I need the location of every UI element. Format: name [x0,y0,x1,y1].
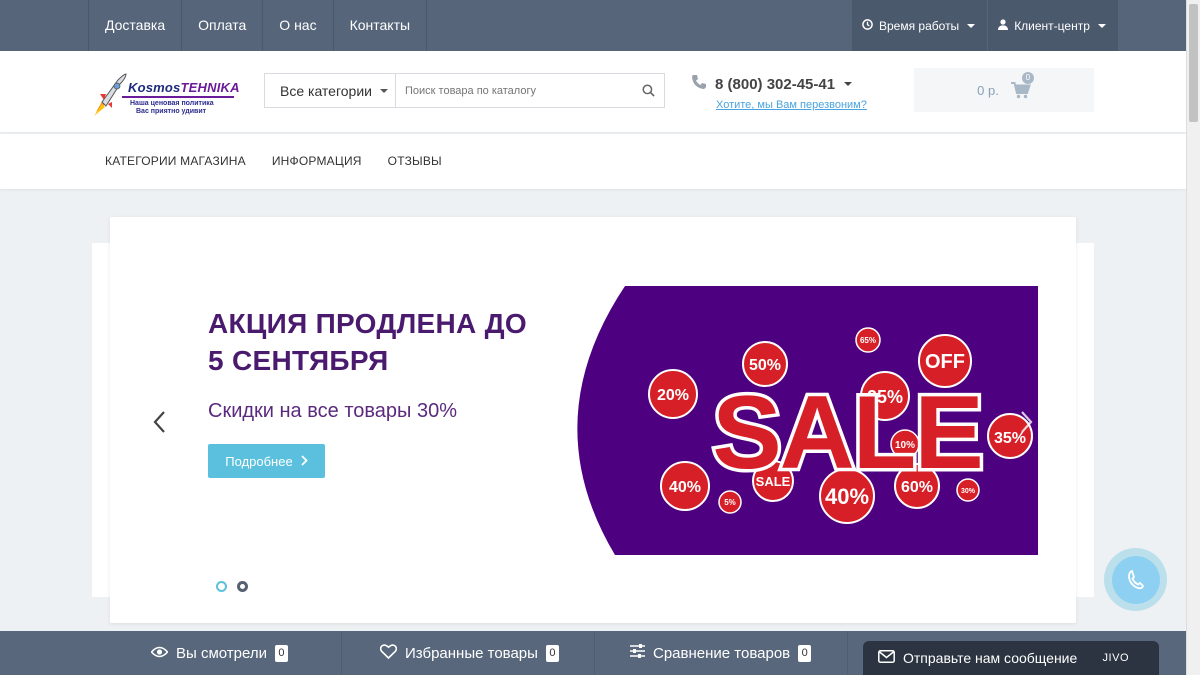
search-button[interactable] [632,74,664,107]
slide-subtitle: Скидки на все товары 30% [208,400,457,422]
user-icon [998,18,1009,33]
phone-block: 8 (800) 302-45-41 Хотите, мы Вам перезво… [691,74,867,111]
promo-slider: АКЦИЯ ПРОДЛЕНА ДО 5 СЕНТЯБРЯ Скидки на в… [110,217,1076,623]
chevron-right-icon [301,454,308,469]
viewed-products-button[interactable]: Вы смотрели 0 [150,631,288,675]
phone-icon [691,74,707,94]
favorites-button[interactable]: Избранные товары 0 [379,631,559,675]
top-bar: Доставка Оплата О нас Контакты Время раб… [0,0,1186,51]
sale-banner-image: 50% 65% OFF 25% 10% 35% 40% 60% 30% 5% S… [577,286,1038,555]
top-right-menu: Время работы Клиент-центр [851,0,1118,51]
search-icon [641,84,655,97]
slide-title: АКЦИЯ ПРОДЛЕНА ДО 5 СЕНТЯБРЯ [208,308,527,376]
scrollbar-thumb[interactable] [1189,4,1198,122]
mail-icon [878,650,895,666]
phone-dropdown[interactable]: 8 (800) 302-45-41 [691,74,867,94]
logo[interactable]: KosmosTEHNIKA Наша ценовая политика Вас … [90,72,240,118]
slider-pagination [216,581,258,592]
logo-slogan-2: Вас приятно удивит [136,108,207,115]
sticker-label: 20% [657,387,689,404]
chevron-right-icon [1021,411,1033,433]
chevron-down-icon [844,82,853,86]
sticker-label: 65% [860,336,876,345]
sticker-label: 40% [669,479,701,496]
compare-label: Сравнение товаров [653,644,791,662]
slider-dot-1[interactable] [216,581,227,592]
clock-icon [862,18,873,33]
bottom-bar-divider [594,631,595,675]
work-hours-dropdown[interactable]: Время работы [851,0,988,51]
work-hours-label: Время работы [879,18,960,33]
nav-reviews[interactable]: ОТЗЫВЫ [375,134,455,189]
cart-button[interactable]: 0 р. 0 [914,68,1094,112]
sticker-label: OFF [925,351,965,373]
logo-underline [122,96,234,98]
header: KosmosTEHNIKA Наша ценовая политика Вас … [0,51,1186,133]
cart-sum: 0 р. [977,82,999,98]
bottom-bar-divider [341,631,342,675]
sale-headline: SALE [712,375,981,491]
rocket-icon [94,73,127,116]
viewed-count: 0 [274,644,288,662]
chevron-down-icon [967,23,976,28]
nav-information[interactable]: ИНФОРМАЦИЯ [259,134,375,189]
viewed-products-label: Вы смотрели [176,644,267,662]
top-nav-payment[interactable]: Оплата [182,0,264,51]
slider-prev-button[interactable] [150,409,170,435]
sticker-label: 50% [749,357,781,374]
client-center-label: Клиент-центр [1014,18,1090,33]
callback-link[interactable]: Хотите, мы Вам перезвоним? [716,99,867,111]
slider-next-button[interactable] [1016,409,1036,435]
more-details-button[interactable]: Подробнее [208,444,325,478]
logo-brand: KosmosTEHNIKA [128,80,240,95]
cart-icon: 0 [1010,72,1034,99]
category-select-label: Все категории [280,82,372,99]
cart-count-badge: 0 [1021,72,1034,84]
chevron-down-icon [379,88,388,93]
chevron-down-icon [1097,23,1106,28]
jivo-brand: JIVO [1102,652,1129,664]
jivo-chat-widget[interactable]: Отправьте нам сообщение JIVO [863,641,1159,675]
logo-slogan-1: Наша ценовая политика [130,100,214,107]
client-center-dropdown[interactable]: Клиент-центр [987,0,1118,51]
chevron-left-icon [153,411,165,433]
sliders-icon [630,644,645,662]
compare-button[interactable]: Сравнение товаров 0 [630,631,812,675]
more-details-label: Подробнее [225,453,293,469]
favorites-label: Избранные товары [405,644,538,662]
jivo-label: Отправьте нам сообщение [903,650,1078,666]
top-nav-about[interactable]: О нас [263,0,334,51]
top-nav: Доставка Оплата О нас Контакты [88,0,428,51]
page-scrollbar[interactable] [1186,0,1200,675]
phone-icon [1127,569,1144,589]
main-nav: КАТЕГОРИИ МАГАЗИНА ИНФОРМАЦИЯ ОТЗЫВЫ [0,134,1186,189]
favorites-count: 0 [545,644,559,662]
eye-icon [150,645,169,662]
slider-dot-2[interactable] [237,581,248,592]
heart-icon [379,643,398,663]
search-bar: Все категории [264,73,665,108]
sticker-label: 5% [724,498,736,507]
compare-count: 0 [798,644,812,662]
nav-store-categories[interactable]: КАТЕГОРИИ МАГАЗИНА [92,134,259,189]
callback-float-button[interactable] [1104,548,1167,611]
bottom-bar-divider [847,631,848,675]
top-nav-contacts[interactable]: Контакты [334,0,428,51]
top-nav-delivery[interactable]: Доставка [88,0,183,51]
category-select[interactable]: Все категории [265,74,396,107]
phone-number: 8 (800) 302-45-41 [715,75,836,93]
search-input[interactable] [396,74,632,107]
